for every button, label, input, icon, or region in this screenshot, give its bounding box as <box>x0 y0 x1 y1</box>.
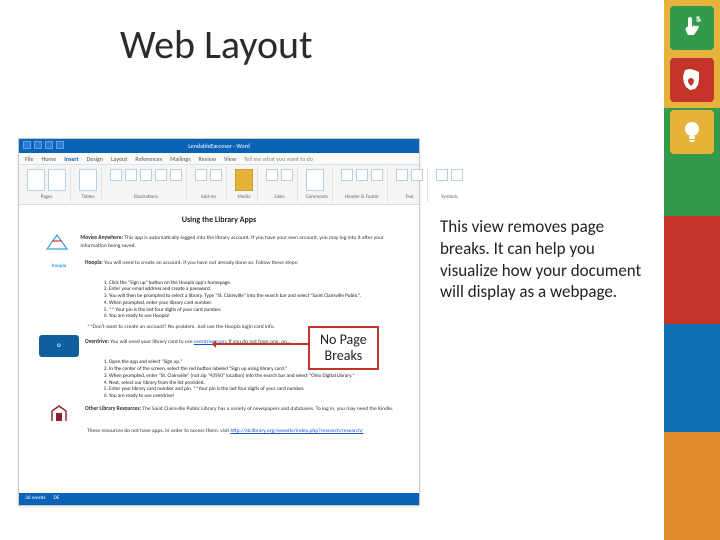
tab-view: View <box>224 155 236 163</box>
doc-heading: Using the Library Apps <box>39 215 399 225</box>
overdrive-logo: O <box>39 335 79 357</box>
tab-mailings: Mailings <box>170 155 190 163</box>
tab-home: Home <box>42 155 57 163</box>
word-statusbar: 36 words DE <box>19 493 419 505</box>
tab-references: References <box>135 155 162 163</box>
footer-link: http://stclibrary.org/newsite/index.php?… <box>230 428 363 434</box>
word-ribbon: Pages Tables Illustrations Add-ins Media… <box>19 165 419 205</box>
hoopla-logo: hoopla <box>39 256 79 278</box>
movies-anywhere-logo <box>39 231 74 253</box>
word-titlebar: LendableEaccesor - Word <box>19 139 419 153</box>
touch-icon <box>670 6 714 50</box>
tab-file: File <box>25 155 34 163</box>
tab-design: Design <box>87 155 103 163</box>
lightbulb-icon <box>670 110 714 154</box>
body-paragraph: This view removes page breaks. It can he… <box>440 216 648 303</box>
icon-stack <box>670 6 714 154</box>
ohio-icon <box>670 58 714 102</box>
slide-title: Web Layout <box>120 20 312 69</box>
quick-access-toolbar <box>23 141 64 149</box>
stc-logo <box>39 402 79 424</box>
word-screenshot: LendableEaccesor - Word File Home Insert… <box>18 138 420 506</box>
callout-arrow <box>214 343 308 345</box>
word-tabs: File Home Insert Design Layout Reference… <box>19 153 419 165</box>
word-title: LendableEaccesor - Word <box>188 142 250 150</box>
tab-review: Review <box>199 155 216 163</box>
callout-line2: Breaks <box>320 348 367 364</box>
tellme: Tell me what you want to do <box>244 155 313 163</box>
tab-layout: Layout <box>111 155 127 163</box>
hoopla-steps: Click the "Sign up" button on the Hoopla… <box>99 280 399 321</box>
callout-box: No Page Breaks <box>308 326 379 370</box>
tab-insert: Insert <box>64 155 78 163</box>
callout-line1: No Page <box>320 332 367 348</box>
